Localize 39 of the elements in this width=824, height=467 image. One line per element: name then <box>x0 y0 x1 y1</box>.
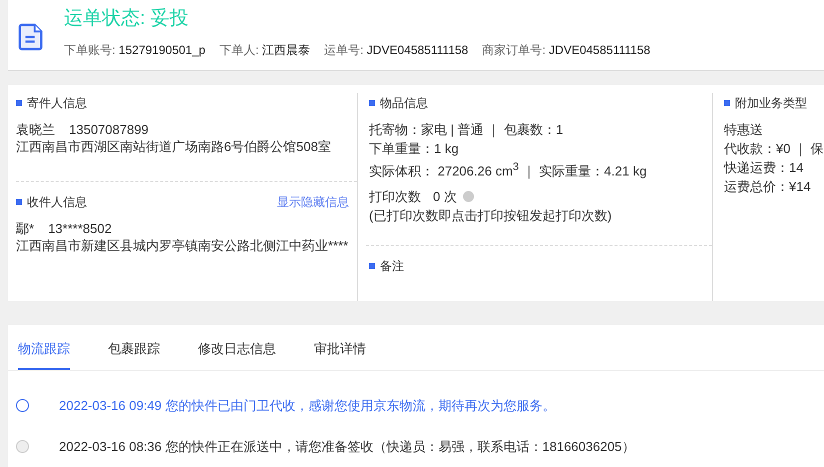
show-hidden-link[interactable]: 显示隐藏信息 <box>277 194 349 210</box>
print-note: (已打印次数即点击打印按钮发起打印次数) <box>369 207 613 226</box>
print-count-label: 打印次数 <box>369 188 421 206</box>
address-text: 江西南昌市西湖区南站街道广场南路6号伯爵公馆508室 <box>16 139 332 154</box>
info-text: 快递运费：14 <box>724 159 804 177</box>
square-icon <box>724 100 730 106</box>
section-title: 收件人信息 <box>27 194 87 210</box>
phone-number: 13507087899 <box>69 122 149 137</box>
print-count: 0 次 <box>433 188 457 206</box>
tab[interactable]: 修改日志信息 <box>198 325 276 370</box>
meta-field: 下单人: 江西晨泰 <box>219 42 310 59</box>
timeline-text: 2022-03-16 09:49 您的快件已由门卫代收，感谢您使用京东物流，期待再次为您服务。 <box>59 396 556 414</box>
timeline-text: 2022-03-16 08:36 您的快件正在派送中，请您准备签收（快递员：易强，联系电话：18166036205） <box>59 438 635 456</box>
meta-field: 商家订单号: JDVE04585111158 <box>482 42 650 59</box>
section-title: 附加业务类型 <box>735 94 807 112</box>
info-text: 实际体积： 27206.26 cm$^{3}$ ｜ 实际重量：4.21 kg <box>369 160 648 180</box>
contact-name: 袁晓兰 <box>16 122 55 137</box>
square-icon <box>369 263 375 270</box>
square-icon <box>16 199 22 205</box>
meta-field: 运单号: JDVE04585111158 <box>324 42 468 59</box>
section-title: 物品信息 <box>380 94 428 112</box>
tab[interactable]: 物流跟踪 <box>18 325 70 370</box>
document-icon <box>18 23 44 51</box>
info-text: 下单重量：1 kg <box>369 140 460 158</box>
section-title: 寄件人信息 <box>27 94 87 112</box>
section-title: 备注 <box>380 258 404 275</box>
contact-name: 鄢* <box>16 221 34 236</box>
status-title: 运单状态: 妥投 <box>64 7 190 31</box>
info-text: 特惠送 <box>724 121 764 139</box>
square-icon <box>16 100 22 106</box>
tab[interactable]: 包裹跟踪 <box>108 325 160 370</box>
phone-number: 13****8502 <box>48 221 112 236</box>
meta-field: 下单账号: 15279190501_p <box>64 42 206 59</box>
address-text: 江西南昌市新建区县城内罗亭镇南安公路北侧江中药业**** <box>16 238 349 253</box>
info-text: 代收款：¥0 ｜ 保 <box>724 140 824 158</box>
info-text: 运费总价：¥14 <box>724 178 812 196</box>
info-text: 托寄物：家电 | 普通 ｜ 包裹数：1 <box>369 121 564 139</box>
tab[interactable]: 审批详情 <box>314 325 366 370</box>
square-icon <box>369 100 375 106</box>
